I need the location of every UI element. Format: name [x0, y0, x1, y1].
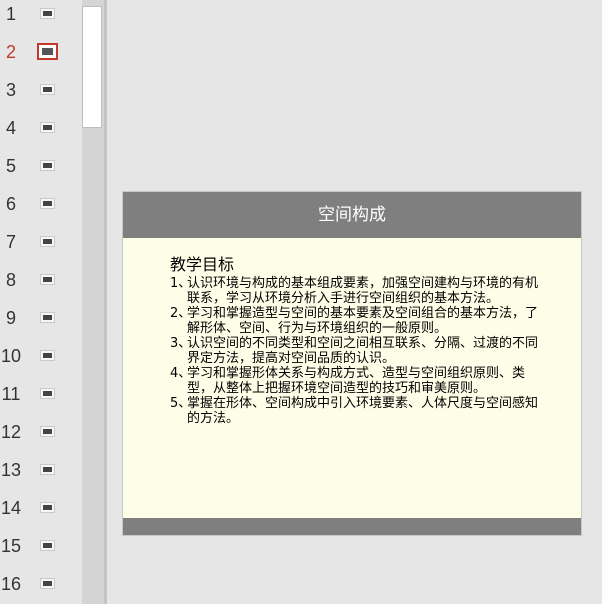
slide-thumbnail-image[interactable]	[40, 350, 55, 361]
slide-thumbnail[interactable]: 4	[0, 118, 82, 138]
slide-thumbnail-image[interactable]	[40, 236, 55, 247]
slide-thumbnail[interactable]: 15	[0, 536, 82, 556]
slide-thumbnail-image[interactable]	[40, 388, 55, 399]
thumbnail-preview	[43, 581, 52, 586]
slide-thumbnail-image[interactable]	[40, 540, 55, 551]
slide-thumbnail-image[interactable]	[40, 312, 55, 323]
slide-thumbnail-image[interactable]	[40, 464, 55, 475]
slide-thumbnail[interactable]: 12	[0, 422, 82, 442]
thumbnail-preview	[43, 543, 52, 548]
slide-number: 3	[5, 80, 16, 100]
objective-text: 认识空间的不同类型和空间之间相互联系、分隔、过渡的不同界定方法，提高对空间品质的…	[187, 336, 539, 366]
slide-number: 6	[5, 194, 16, 214]
slide-thumbnail[interactable]: 1	[0, 4, 82, 24]
slide-number: 4	[5, 118, 16, 138]
objective-item: 3、 认识空间的不同类型和空间之间相互联系、分隔、过渡的不同界定方法，提高对空间品…	[170, 336, 550, 366]
slide-thumbnail[interactable]: 6	[0, 194, 82, 214]
slide-thumbnail[interactable]: 3	[0, 80, 82, 100]
slide-number: 1	[5, 4, 16, 24]
slide-thumbnail-image[interactable]	[40, 274, 55, 285]
slide-thumbnail[interactable]: 2	[0, 42, 82, 62]
objective-item: 1、 认识环境与构成的基本组成要素，加强空间建构与环境的有机联系，学习从环境分析入…	[170, 276, 550, 306]
slide-thumbnail[interactable]: 5	[0, 156, 82, 176]
slide-thumbnail-pane: 1 2 3 4 5 6 7 8 9 10 11 12 13 14 15 16	[0, 0, 82, 604]
objective-number: 2、	[170, 306, 192, 321]
slide-thumbnail[interactable]: 7	[0, 232, 82, 252]
slide-thumbnail-image[interactable]	[37, 43, 58, 60]
slide-thumbnail-image[interactable]	[40, 198, 55, 209]
thumbnail-preview	[43, 467, 52, 472]
thumbnail-preview	[43, 315, 52, 320]
objectives-heading: 教学目标	[170, 255, 235, 274]
objective-item: 2、 学习和掌握造型与空间的基本要素及空间组合的基本方法，了解形体、空间、行为与环…	[170, 306, 550, 336]
objective-text: 掌握在形体、空间构成中引入环境要素、人体尺度与空间感知的方法。	[187, 396, 539, 426]
thumbnail-preview	[43, 163, 52, 168]
thumbnail-preview	[43, 87, 52, 92]
slide-number: 8	[5, 270, 16, 290]
slide-number: 5	[5, 156, 16, 176]
thumbnail-preview	[43, 391, 52, 396]
slide-thumbnail-image[interactable]	[40, 426, 55, 437]
slide-footer-bar	[123, 518, 581, 535]
slide-thumbnail[interactable]: 8	[0, 270, 82, 290]
objective-text: 学习和掌握形体关系与构成方式、造型与空间组织原则、类型，从整体上把握环境空间造型…	[187, 366, 526, 396]
thumbnail-preview	[43, 429, 52, 434]
thumbnail-preview	[43, 239, 52, 244]
slide-thumbnail-image[interactable]	[40, 84, 55, 95]
thumbnail-preview	[43, 353, 52, 358]
slide-thumbnail-image[interactable]	[40, 502, 55, 513]
slide-number: 7	[5, 232, 16, 252]
slide-number: 2	[5, 42, 16, 62]
slide-number: 9	[5, 308, 16, 328]
slide-thumbnail[interactable]: 11	[0, 384, 82, 404]
slide-number: 14	[0, 498, 22, 518]
objective-number: 3、	[170, 336, 192, 351]
scrollbar-thumb[interactable]	[82, 6, 102, 128]
slide-thumbnail[interactable]: 10	[0, 346, 82, 366]
slide-number: 13	[0, 460, 22, 480]
slide-thumbnail-image[interactable]	[40, 578, 55, 589]
slide-canvas[interactable]: 空间构成 教学目标 1、 认识环境与构成的基本组成要素，加强空间建构与环境的有机联…	[122, 191, 582, 536]
slide-thumbnail-image[interactable]	[40, 8, 55, 19]
objective-item: 4、 学习和掌握形体关系与构成方式、造型与空间组织原则、类型，从整体上把握环境空间…	[170, 366, 550, 396]
objective-number: 5、	[170, 396, 192, 411]
objective-number: 4、	[170, 366, 192, 381]
slide-thumbnail[interactable]: 9	[0, 308, 82, 328]
objective-number: 1、	[170, 276, 192, 291]
slide-thumbnail[interactable]: 14	[0, 498, 82, 518]
thumbnail-preview	[43, 201, 52, 206]
thumbnail-scrollbar[interactable]	[82, 0, 104, 604]
slide-content: 教学目标 1、 认识环境与构成的基本组成要素，加强空间建构与环境的有机联系，学习从…	[170, 255, 550, 427]
slide-title: 空间构成	[318, 205, 386, 225]
slide-number: 12	[0, 422, 22, 442]
slide-number: 11	[1, 384, 21, 404]
thumbnail-preview	[43, 11, 52, 16]
thumbnail-preview	[43, 125, 52, 130]
slide-number: 10	[0, 346, 22, 366]
thumbnail-preview	[43, 505, 52, 510]
slide-number: 16	[0, 574, 22, 594]
objective-text: 学习和掌握造型与空间的基本要素及空间组合的基本方法，了解形体、空间、行为与环境组…	[187, 306, 539, 336]
objectives-list: 1、 认识环境与构成的基本组成要素，加强空间建构与环境的有机联系，学习从环境分析入…	[170, 276, 550, 426]
slide-number: 15	[0, 536, 22, 556]
thumbnail-preview	[42, 48, 53, 55]
slide-thumbnail[interactable]: 16	[0, 574, 82, 594]
slide-thumbnail-image[interactable]	[40, 160, 55, 171]
objective-item: 5、 掌握在形体、空间构成中引入环境要素、人体尺度与空间感知的方法。	[170, 396, 550, 426]
objective-text: 认识环境与构成的基本组成要素，加强空间建构与环境的有机联系，学习从环境分析入手进…	[187, 276, 539, 306]
slide-thumbnail-image[interactable]	[40, 122, 55, 133]
slide-thumbnail[interactable]: 13	[0, 460, 82, 480]
pane-divider[interactable]	[104, 0, 107, 604]
slide-title-bar: 空间构成	[123, 192, 581, 238]
thumbnail-preview	[43, 277, 52, 282]
